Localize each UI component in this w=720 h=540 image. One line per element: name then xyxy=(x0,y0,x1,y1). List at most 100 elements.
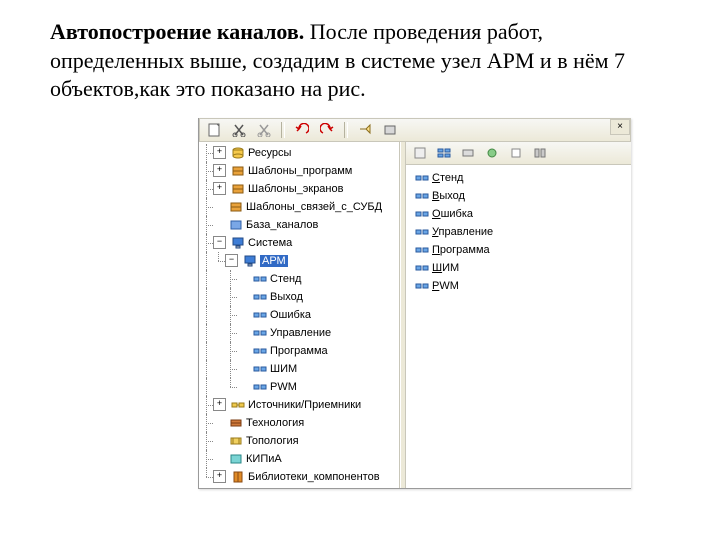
pm-blank xyxy=(237,363,248,374)
bars-icon xyxy=(253,272,267,286)
bars-icon xyxy=(253,308,267,322)
tree-label: Система xyxy=(248,237,292,249)
new-sheet-button[interactable] xyxy=(204,121,224,139)
tree-label: PWM xyxy=(270,381,297,393)
collapse-icon[interactable]: − xyxy=(213,236,226,249)
monitor-icon xyxy=(231,236,245,250)
tree-row[interactable]: PWM xyxy=(201,378,399,396)
tree-label: Управление xyxy=(270,327,331,339)
bars-icon xyxy=(415,225,429,239)
tree-label: Ресурсы xyxy=(248,147,291,159)
box-orange-icon xyxy=(231,164,245,178)
tree-label: Выход xyxy=(270,291,303,303)
list-label: Ошибка xyxy=(432,208,473,220)
bars-icon xyxy=(253,290,267,304)
bars-icon xyxy=(415,261,429,275)
bars-icon xyxy=(415,243,429,257)
cut-button[interactable] xyxy=(229,121,249,139)
tree-row[interactable]: + Шаблоны_программ xyxy=(201,162,399,180)
pm-blank xyxy=(237,291,248,302)
tree-row[interactable]: Шаблоны_связей_с_СУБД xyxy=(201,198,399,216)
expand-icon[interactable]: + xyxy=(213,146,226,159)
tree-row[interactable]: Управление xyxy=(201,324,399,342)
tree-pane: + Ресурсы + Шаблоны_программ + Шаблоны_экрано… xyxy=(199,142,400,488)
detail-btn1[interactable] xyxy=(410,144,430,162)
list-item[interactable]: Программа xyxy=(408,241,629,259)
tree-row[interactable]: Топология xyxy=(201,432,399,450)
list-item[interactable]: Выход xyxy=(408,187,629,205)
tree-row[interactable]: Выход xyxy=(201,288,399,306)
tree-label: КИПиА xyxy=(246,453,282,465)
close-icon[interactable]: × xyxy=(610,119,630,135)
tree-row[interactable]: КИПиА xyxy=(201,450,399,468)
tag-button[interactable] xyxy=(355,121,375,139)
list-label: Стенд xyxy=(432,172,463,184)
detail-btn5[interactable] xyxy=(506,144,526,162)
links-icon xyxy=(231,398,245,412)
collapse-icon[interactable]: − xyxy=(225,254,238,267)
tree-label: АРМ xyxy=(260,255,288,267)
tree-label: Стенд xyxy=(270,273,301,285)
book-icon xyxy=(231,470,245,484)
tree-row[interactable]: Ошибка xyxy=(201,306,399,324)
tree-row[interactable]: +Библиотеки_компонентов xyxy=(201,468,399,486)
list-label: PWM xyxy=(432,280,459,292)
box-orange-icon xyxy=(229,200,243,214)
tree-row[interactable]: + Ресурсы xyxy=(201,144,399,162)
expand-icon[interactable]: + xyxy=(213,182,226,195)
tree-row[interactable]: Программа xyxy=(201,342,399,360)
list-item[interactable]: Ошибка xyxy=(408,205,629,223)
cylinder-icon xyxy=(231,146,245,160)
detail-btn6[interactable] xyxy=(530,144,550,162)
expand-icon[interactable]: + xyxy=(213,164,226,177)
cyan-icon xyxy=(229,452,243,466)
expand-icon[interactable]: + xyxy=(213,398,226,411)
tree-label: Шаблоны_экранов xyxy=(248,183,343,195)
tree-row[interactable]: База_каналов xyxy=(201,216,399,234)
tree-row[interactable]: − АРМ xyxy=(201,252,399,270)
expand-icon[interactable]: + xyxy=(213,470,226,483)
tree-row[interactable]: Стенд xyxy=(201,270,399,288)
tree-label: Шаблоны_программ xyxy=(248,165,352,177)
undo-button[interactable] xyxy=(292,121,312,139)
detail-btn4[interactable] xyxy=(482,144,502,162)
pm-blank xyxy=(213,417,224,428)
tree-row[interactable]: − Система xyxy=(201,234,399,252)
pm-blank xyxy=(237,381,248,392)
panes: + Ресурсы + Шаблоны_программ + Шаблоны_экрано… xyxy=(199,142,631,488)
pm-blank xyxy=(213,219,224,230)
bars-icon xyxy=(415,171,429,185)
pm-blank xyxy=(237,345,248,356)
monitor-icon xyxy=(243,254,257,268)
list-label: Выход xyxy=(432,190,465,202)
tree-row[interactable]: + Источники/Приемники xyxy=(201,396,399,414)
tree-label: Технология xyxy=(246,417,304,429)
app-window: × + Ресурсы + Шаблоны_программ + Шаблоны_экра… xyxy=(198,118,631,489)
list-label: Программа xyxy=(432,244,490,256)
tree-row[interactable]: ШИМ xyxy=(201,360,399,378)
box-button[interactable] xyxy=(380,121,400,139)
toolbar-sep xyxy=(281,122,285,138)
pm-blank xyxy=(213,201,224,212)
bars-icon xyxy=(415,207,429,221)
detail-pane: Стенд Выход Ошибка Управление Программа ШИМ PW… xyxy=(406,142,631,488)
detail-btn2[interactable] xyxy=(434,144,454,162)
list-item[interactable]: Управление xyxy=(408,223,629,241)
list-label: ШИМ xyxy=(432,262,459,274)
box-blue-icon xyxy=(229,218,243,232)
bars-icon xyxy=(415,279,429,293)
tree-row[interactable]: Технология xyxy=(201,414,399,432)
list-item[interactable]: ШИМ xyxy=(408,259,629,277)
bricks-icon xyxy=(229,416,243,430)
list-item[interactable]: Стенд xyxy=(408,169,629,187)
detail-btn3[interactable] xyxy=(458,144,478,162)
pm-blank xyxy=(213,435,224,446)
bars-icon xyxy=(253,326,267,340)
tree-row[interactable]: + Шаблоны_экранов xyxy=(201,180,399,198)
redo-button[interactable] xyxy=(317,121,337,139)
tree-label: База_каналов xyxy=(246,219,318,231)
cut2-button[interactable] xyxy=(254,121,274,139)
tree-label: Источники/Приемники xyxy=(248,399,361,411)
box-orange-icon xyxy=(231,182,245,196)
list-item[interactable]: PWM xyxy=(408,277,629,295)
